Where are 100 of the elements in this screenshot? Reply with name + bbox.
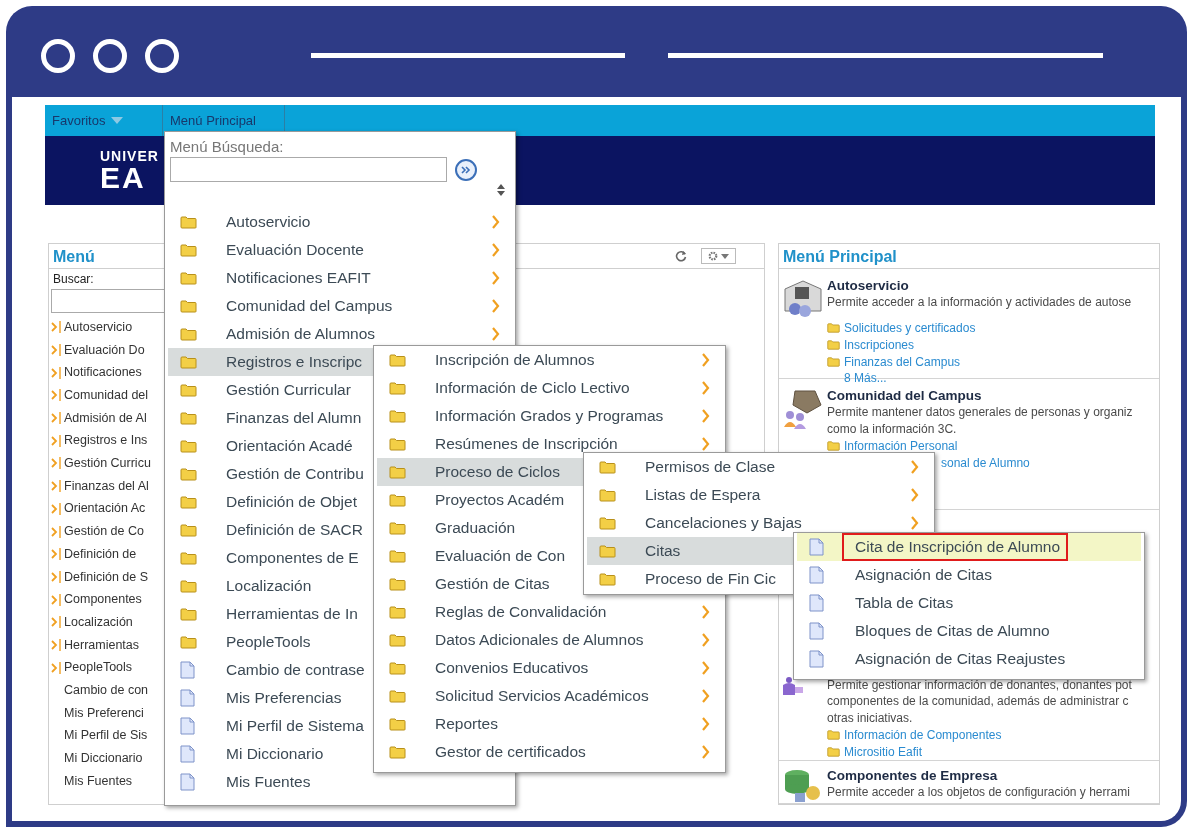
nav-item[interactable]: Comunidad del [64,386,149,405]
folder-icon [389,437,406,451]
nav-item[interactable]: Orientación Ac [64,499,146,519]
section-link[interactable]: Solicitudes y certificados [844,318,976,337]
section-description: Permite acceder a la información y actividades de autose [827,294,1132,311]
menu-item[interactable]: Mis Fuentes [168,768,512,796]
section-description: Permite mantener datos generales de personas y organiz [827,404,1133,421]
folder-icon [180,495,197,509]
menu-item-label: Bloques de Citas de Alumno [854,621,1051,641]
nav-item[interactable]: Evaluación Do [64,340,145,360]
search-label: Buscar: [52,271,94,288]
nav-item[interactable]: Notificaciones [64,363,142,383]
chevron-bar-icon [51,366,62,379]
settings-button[interactable] [701,248,736,264]
menu-item[interactable]: Autoservicio [168,208,512,236]
nav-item[interactable]: Gestión Curricu [64,454,151,473]
menu-item-label: Mi Perfil de Sistema [225,716,365,736]
menu-item-label: Definición de SACR [225,520,364,540]
folder-icon [180,523,197,537]
folder-icon [389,577,406,591]
caret-down-icon [721,253,729,259]
chevron-bar-icon [51,344,62,357]
menu-item[interactable]: Información de Ciclo Lectivo [377,374,722,402]
menu-item[interactable]: Datos Adicionales de Alumnos [377,626,722,654]
nav-item[interactable]: Herramientas [64,635,140,655]
menu-item[interactable]: Comunidad del Campus [168,292,512,320]
folder-icon [827,322,840,333]
section-title[interactable]: Componentes de Empresa [827,767,1130,784]
chevron-bar-icon [51,434,62,447]
menu-item-label: Proceso de Ciclos [434,462,561,482]
nav-item[interactable]: PeopleTools [64,658,133,678]
nav-item[interactable]: Definición de [64,544,137,564]
menu-item[interactable]: Reglas de Convalidación [377,598,722,626]
top-bar-tab[interactable]: Favoritos [45,105,162,136]
menu-item-label: Localización [225,576,313,596]
nav-item[interactable]: Localización [64,612,133,632]
menu-item[interactable]: Admisión de Alumnos [168,320,512,348]
menu-item[interactable]: Cita de Inscripción de Alumno [797,533,1141,561]
nav-item[interactable]: Mi Perfil de Sis [64,726,148,746]
menu-item-label: Resúmenes de Inscripción [434,434,619,454]
nav-item[interactable]: Registros e Ins [64,431,148,451]
menu-item[interactable]: Asignación de Citas Reajustes [797,645,1141,673]
nav-item[interactable]: Componentes [64,590,142,609]
nav-item[interactable]: Mi Diccionario [64,749,143,768]
section-link[interactable]: Información Personal [844,436,958,455]
section-link[interactable]: Micrositio Eafit [844,742,923,761]
section-description: Permite acceder a los objetos de configuración y herrami [827,784,1130,801]
folder-icon [180,439,197,453]
nav-item[interactable]: Admisión de Al [64,408,147,428]
menu-item[interactable]: Convenios Educativos [377,654,722,682]
menu-item[interactable]: Solicitud Servicios Académicos [377,682,722,710]
logo-text: UNIVER [100,148,159,164]
section-link[interactable]: Inscripciones [844,335,915,354]
more-link[interactable]: 8 Más... [827,370,1159,386]
sort-icon[interactable] [497,184,505,196]
folder-icon [827,729,840,740]
section-title[interactable]: Comunidad del Campus [827,387,1133,404]
chevron-bar-icon [51,638,62,651]
menu-item-label: Finanzas del Alumn [225,408,363,428]
menu-item-label: Autoservicio [225,212,312,232]
menu-item[interactable]: Bloques de Citas de Alumno [797,617,1141,645]
folder-icon [180,411,197,425]
folder-icon [599,572,616,586]
folder-icon [389,689,406,703]
section-description: Permite gestionar información de donantes, donantes pot [827,676,1132,693]
folder-icon [389,521,406,535]
chevron-bar-icon [51,570,62,583]
menu-item-label: Cita de Inscripción de Alumno [842,533,1069,561]
section-link[interactable]: sonal de Alumno [941,453,1030,472]
nav-item[interactable]: Cambio de con [64,680,149,700]
folder-icon [389,409,406,423]
section-description: otras iniciativas. [827,709,914,726]
menu-item-label: Mis Preferencias [225,688,343,708]
section-title[interactable]: Autoservicio [827,277,1132,294]
menu-item-label: Gestión de Contribu [225,464,365,484]
menu-item[interactable]: Reportes [377,710,722,738]
chevron-bar-icon [51,412,62,425]
folder-icon [827,356,840,367]
menu-search-field[interactable] [170,157,447,182]
chevron-bar-icon [51,616,62,629]
menu-item[interactable]: Gestor de certificados [377,738,722,766]
nav-item[interactable]: Gestión de Co [64,522,144,541]
menu-item[interactable]: Tabla de Citas [797,589,1141,617]
refresh-icon[interactable] [675,250,687,262]
section-link[interactable]: Información de Componentes [844,725,1002,744]
menu-item-label: Cancelaciones y Bajas [644,513,803,533]
chevron-bar-icon [51,548,62,561]
menu-item-label: Tabla de Citas [854,593,955,613]
menu-item-label: Información de Ciclo Lectivo [434,378,631,398]
section-link[interactable]: Finanzas del Campus [844,352,961,371]
nav-item[interactable]: Mis Preferenci [64,703,144,723]
nav-item[interactable]: Finanzas del Al [64,476,149,496]
menu-item[interactable]: Información Grados y Programas [377,402,722,430]
nav-item[interactable]: Autoservicio [64,317,133,337]
nav-item[interactable]: Mis Fuentes [64,771,133,791]
folder-icon [599,488,616,502]
nav-item[interactable]: Definición de S [64,567,149,587]
menu-item-label: Citas [644,541,682,561]
go-button[interactable] [455,158,477,181]
document-icon [809,594,824,612]
